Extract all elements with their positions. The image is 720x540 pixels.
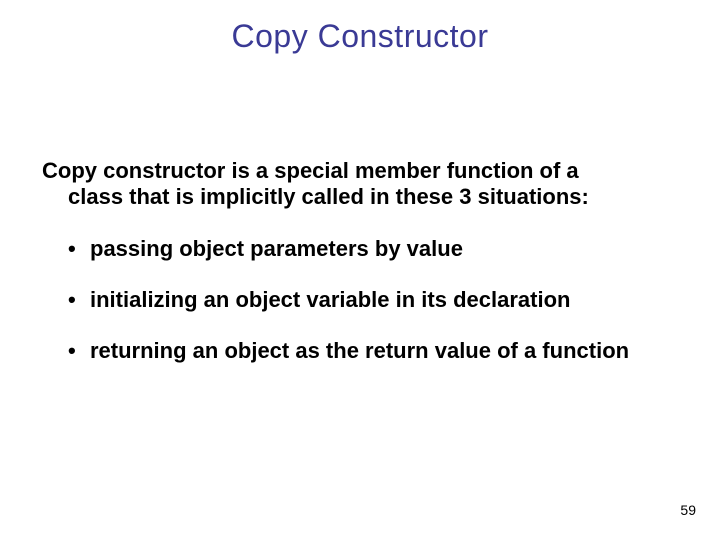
bullet-text: passing object parameters by value [90, 236, 463, 261]
slide: Copy Constructor Copy constructor is a s… [0, 0, 720, 540]
bullet-dot-icon: • [68, 338, 90, 365]
list-item: • returning an object as the return valu… [68, 338, 658, 365]
intro-line-1: Copy constructor is a special member fun… [42, 158, 579, 183]
list-item: • initializing an object variable in its… [68, 287, 658, 314]
slide-title: Copy Constructor [0, 18, 720, 55]
bullet-text: initializing an object variable in its d… [90, 287, 570, 312]
intro-line-2: class that is implicitly called in these… [42, 184, 657, 210]
intro-paragraph: Copy constructor is a special member fun… [42, 158, 657, 211]
bullet-dot-icon: • [68, 236, 90, 263]
page-number: 59 [680, 502, 696, 518]
bullet-dot-icon: • [68, 287, 90, 314]
bullet-list: • passing object parameters by value • i… [68, 236, 658, 388]
list-item: • passing object parameters by value [68, 236, 658, 263]
bullet-text: returning an object as the return value … [90, 338, 629, 363]
